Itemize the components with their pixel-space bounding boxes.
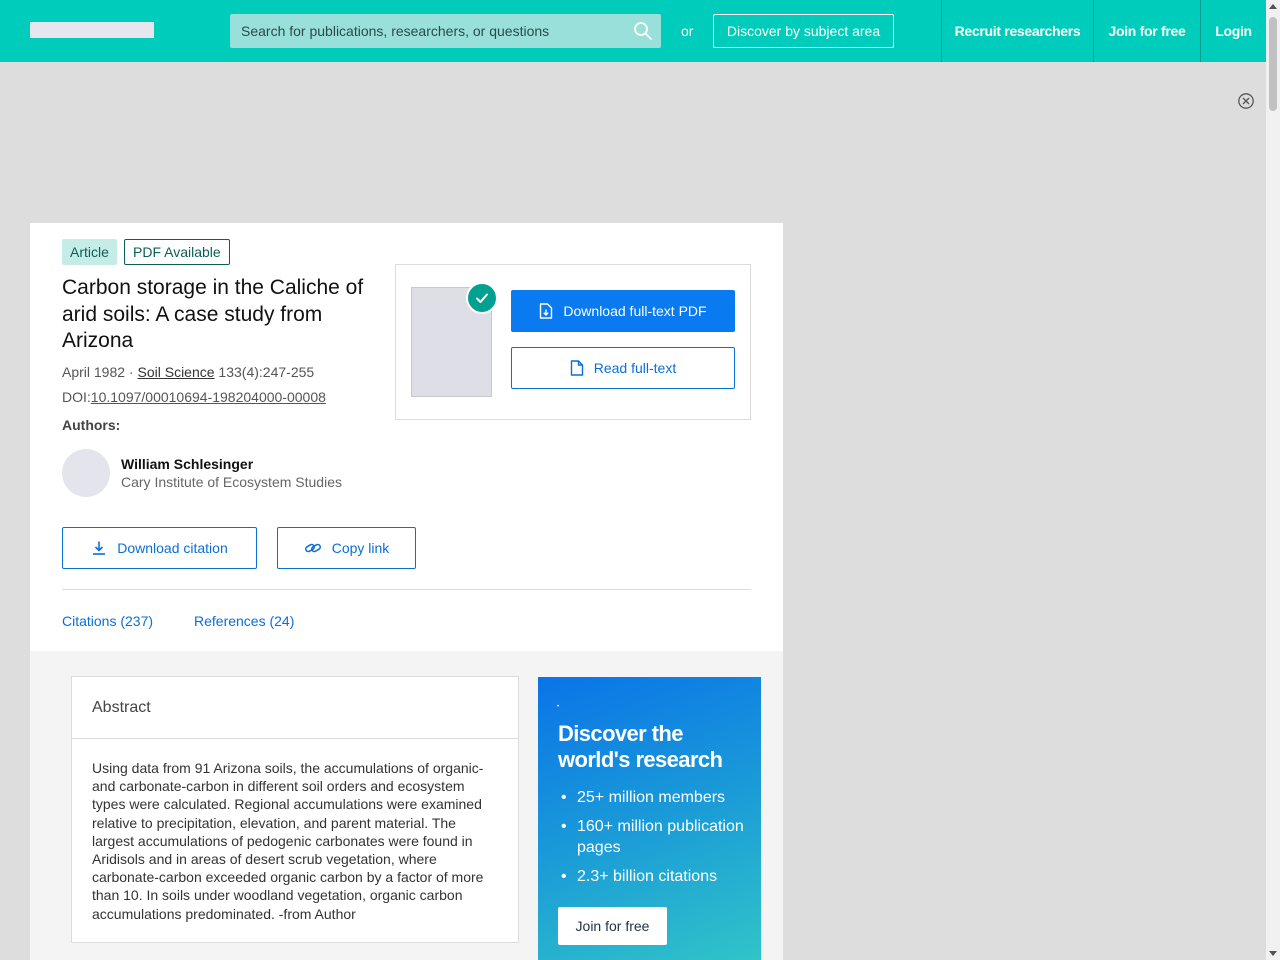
- publication-card: Article PDF Available Carbon storage in …: [30, 223, 783, 960]
- publication-title: Carbon storage in the Caliche of arid so…: [62, 276, 364, 352]
- search-icon[interactable]: [633, 21, 653, 41]
- abstract-panel: Abstract Using data from 91 Arizona soil…: [71, 676, 519, 943]
- copy-link-label: Copy link: [331, 540, 390, 556]
- download-icon: [93, 541, 106, 555]
- page-scrollbar[interactable]: [1266, 0, 1280, 960]
- scroll-up-arrow-icon[interactable]: [1269, 4, 1277, 9]
- link-icon: [304, 543, 321, 553]
- nav-recruit-researchers[interactable]: Recruit researchers: [941, 0, 1093, 62]
- promo-list: 25+ million members 160+ million publica…: [558, 787, 748, 895]
- file-icon: [570, 360, 583, 376]
- section-divider: [62, 589, 751, 590]
- promo-list-item: 25+ million members: [558, 787, 748, 808]
- close-circle-icon[interactable]: [1237, 92, 1255, 110]
- nav-join-for-free[interactable]: Join for free: [1093, 0, 1200, 62]
- promo-title: Discover the world's research: [558, 721, 723, 772]
- author-institution: Cary Institute of Ecosystem Studies: [121, 474, 342, 490]
- promo-decoration: •: [557, 704, 560, 710]
- promo-list-item: 160+ million publication pages: [558, 816, 748, 858]
- journal-volume: 133(4):247-255: [214, 364, 315, 380]
- read-full-text-button[interactable]: Read full-text: [511, 347, 735, 389]
- pdf-download-box: Download full-text PDF Read full-text: [395, 264, 751, 420]
- download-citation-button[interactable]: Download citation: [62, 527, 257, 569]
- site-logo[interactable]: [30, 22, 154, 38]
- author-avatar[interactable]: [62, 449, 110, 497]
- doi-label: DOI:: [62, 389, 91, 405]
- pdf-available-badge: PDF Available: [124, 239, 230, 265]
- download-full-text-pdf-button[interactable]: Download full-text PDF: [511, 290, 735, 332]
- publication-meta: April 1982 · Soil Science 133(4):247-255: [62, 364, 314, 380]
- discover-research-promo: • Discover the world's research 25+ mill…: [538, 677, 761, 960]
- download-pdf-label: Download full-text PDF: [563, 303, 707, 319]
- authors-label: Authors:: [62, 417, 121, 433]
- abstract-heading: Abstract: [72, 677, 518, 739]
- search-input[interactable]: [241, 23, 621, 39]
- or-text: or: [681, 23, 694, 39]
- copy-link-button[interactable]: Copy link: [277, 527, 416, 569]
- abstract-text: Using data from 91 Arizona soils, the ac…: [92, 760, 484, 922]
- file-download-icon: [540, 303, 553, 319]
- scroll-down-arrow-icon[interactable]: [1269, 951, 1277, 956]
- discover-by-subject-button[interactable]: Discover by subject area: [713, 14, 894, 48]
- doi-link[interactable]: 10.1097/00010694-198204000-00008: [91, 389, 326, 405]
- read-full-text-label: Read full-text: [593, 360, 677, 376]
- top-navigation-bar: or Discover by subject area Recruit rese…: [0, 0, 1266, 62]
- check-icon: [466, 282, 498, 314]
- doi-line: DOI:10.1097/00010694-198204000-00008: [62, 389, 326, 405]
- tab-citations[interactable]: Citations (237): [62, 613, 153, 629]
- promo-join-button[interactable]: Join for free: [558, 907, 667, 945]
- meta-separator: ·: [125, 364, 138, 380]
- journal-link[interactable]: Soil Science: [138, 364, 215, 380]
- scroll-thumb[interactable]: [1269, 17, 1277, 111]
- promo-list-item: 2.3+ billion citations: [558, 866, 748, 887]
- author-name-link[interactable]: William Schlesinger: [121, 456, 253, 472]
- search-box[interactable]: [230, 14, 661, 48]
- article-type-badge: Article: [62, 239, 117, 265]
- nav-login[interactable]: Login: [1200, 0, 1266, 62]
- tab-references[interactable]: References (24): [194, 613, 294, 629]
- publication-date: April 1982: [62, 364, 126, 380]
- download-citation-label: Download citation: [117, 540, 228, 556]
